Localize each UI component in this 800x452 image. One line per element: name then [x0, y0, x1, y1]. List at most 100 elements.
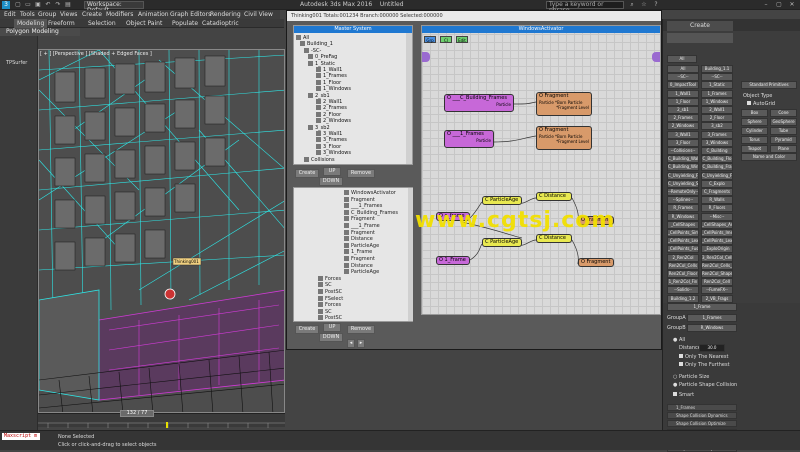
- tab-catadioptric[interactable]: Catadioptric: [202, 19, 239, 28]
- list-button[interactable]: _CellPoints_Fus: [667, 245, 699, 254]
- minimize-icon[interactable]: –: [762, 1, 770, 9]
- rollout-header[interactable]: 1_Frames: [667, 404, 737, 411]
- groupA-dropdown[interactable]: 1_Frames: [687, 314, 737, 322]
- list-button[interactable]: _CellPoints_Ime: [701, 229, 733, 237]
- list-button[interactable]: 2_VB_Frags: [701, 294, 733, 303]
- name-color-rollout[interactable]: Name and Color: [741, 153, 797, 161]
- redo-icon[interactable]: ↷: [54, 1, 62, 9]
- menu-rendering[interactable]: Rendering: [210, 10, 241, 19]
- list-button[interactable]: --SC--: [701, 73, 733, 82]
- tab-modeling[interactable]: Modeling: [14, 19, 48, 28]
- list-button[interactable]: Building_1.1: [701, 65, 733, 73]
- menu-create[interactable]: Create: [82, 10, 102, 19]
- app-logo-icon[interactable]: 3: [2, 1, 10, 9]
- particle-shape-radio[interactable]: ● Particle Shape Collision: [673, 382, 737, 388]
- list-button[interactable]: 1_Ren2Col_Fin: [667, 278, 699, 287]
- list-button[interactable]: _CellShapes: [667, 220, 699, 229]
- new-icon[interactable]: ▢: [14, 1, 22, 9]
- list-button[interactable]: --Collisions--: [667, 147, 699, 155]
- workspace-dropdown[interactable]: Workspace: Default: [84, 1, 144, 14]
- list-button[interactable]: --SC--: [667, 73, 699, 82]
- tpmenu-label[interactable]: TPSurfer: [6, 60, 27, 66]
- list-button[interactable]: R_Frames: [667, 204, 699, 213]
- list-button[interactable]: C_Unyielding_Sk: [667, 179, 699, 188]
- node-1-frames[interactable]: O ___1_Frames Particle: [444, 130, 494, 148]
- remove-button-2[interactable]: Remove: [347, 325, 375, 334]
- distance-spinner[interactable]: 30.0: [699, 344, 725, 352]
- list-button[interactable]: _ExploOrigin: [701, 245, 733, 254]
- tab-object-paint[interactable]: Object Paint: [126, 19, 162, 28]
- list-button[interactable]: 2_sb1: [667, 106, 699, 114]
- list-button[interactable]: _CellShapes_Ame: [701, 220, 733, 229]
- list-button[interactable]: C_Building_Fra: [701, 163, 733, 172]
- node-c-building-frames[interactable]: O ___C_Building_Frames Particle: [444, 94, 514, 112]
- help-icon[interactable]: ?: [652, 1, 660, 9]
- maxscript-listener[interactable]: Maxscript m: [2, 433, 40, 440]
- list-button[interactable]: C_Unyielding_Fr: [701, 171, 733, 180]
- rollout-header[interactable]: Shape Collision Dynamics: [667, 412, 737, 420]
- list-button[interactable]: --FumeFX--: [701, 286, 733, 295]
- primitive-button[interactable]: Tube: [770, 127, 797, 135]
- list-button[interactable]: --Splines--: [667, 196, 699, 205]
- list-button[interactable]: 1_Wall1: [667, 89, 699, 98]
- tab-freeform[interactable]: Freeform: [48, 19, 75, 28]
- list-button[interactable]: 3_Windows: [701, 138, 733, 147]
- operator-list-scrollbar[interactable]: [408, 188, 413, 321]
- list-button[interactable]: Ren2Col_Cell: [701, 278, 733, 287]
- list-button[interactable]: 2_Frames: [667, 114, 699, 123]
- remove-button[interactable]: Remove: [347, 169, 375, 178]
- thinking-helper-label[interactable]: Thinking001: [174, 259, 199, 264]
- up-button-2[interactable]: UP: [323, 323, 341, 332]
- list-button[interactable]: --Misc--: [701, 212, 733, 221]
- tree-item[interactable]: Collisions: [294, 156, 406, 164]
- list-button[interactable]: _CellPoints_Lex: [667, 237, 699, 246]
- list-button[interactable]: 3_Wall1: [667, 130, 699, 139]
- time-slider[interactable]: [38, 413, 285, 428]
- node-particle-age-2[interactable]: C ParticleAge: [482, 238, 522, 247]
- list-button[interactable]: 1_Windows: [701, 97, 733, 106]
- list-button[interactable]: 3_Ren2Col_Cells: [701, 253, 733, 262]
- list-button[interactable]: C_Unyielding_Fl: [667, 171, 699, 180]
- list-button[interactable]: 3_Floor: [667, 138, 699, 147]
- list-button[interactable]: 3_Frames: [701, 130, 733, 139]
- primitive-button[interactable]: GeoSphere: [770, 118, 797, 126]
- up-button[interactable]: UP: [323, 167, 341, 176]
- list-button[interactable]: R_Floors: [701, 204, 733, 213]
- create-button[interactable]: Create: [295, 169, 319, 178]
- list-button[interactable]: 0_ImpactTool: [667, 81, 699, 90]
- rollout-header[interactable]: Shape Collision Optimize: [667, 420, 737, 428]
- primitive-button[interactable]: Cone: [770, 109, 797, 117]
- group-name-header[interactable]: 1_Frame: [667, 303, 737, 311]
- list-button[interactable]: Building_1.2: [667, 294, 699, 303]
- list-button[interactable]: --Solids--: [667, 286, 699, 295]
- menu-civil-view[interactable]: Civil View: [244, 10, 273, 19]
- list-button[interactable]: 3_sb2: [701, 122, 733, 131]
- node-graph[interactable]: WindowsActivator Grp Cl Edit O ___C_Buil…: [421, 25, 661, 315]
- create-button-2[interactable]: Create: [295, 325, 319, 334]
- frame-counter[interactable]: 132 / 77: [120, 410, 154, 417]
- list-button[interactable]: _CellPoints_Lex: [701, 237, 733, 246]
- search-input[interactable]: Type a keyword or phrase: [546, 1, 624, 14]
- arrow-right-button[interactable]: ▸: [357, 339, 365, 348]
- primitive-button[interactable]: Torus: [741, 136, 768, 144]
- create-tab-icons[interactable]: [667, 33, 733, 43]
- undo-icon[interactable]: ↶: [44, 1, 52, 9]
- list-button[interactable]: 2_Wall1: [701, 106, 733, 114]
- list-button[interactable]: R_Windows: [667, 212, 699, 221]
- tab-populate[interactable]: Populate: [172, 19, 198, 28]
- master-system-scrollbar[interactable]: [406, 33, 412, 164]
- list-button[interactable]: _CellPoints_Sim: [667, 229, 699, 237]
- menu-edit[interactable]: Edit: [4, 10, 16, 19]
- list-button[interactable]: 1_Floor: [667, 97, 699, 106]
- list-button[interactable]: Ren2Col_Floor: [667, 270, 699, 278]
- down-button-2[interactable]: DOWN: [319, 333, 343, 342]
- save-icon[interactable]: ▣: [34, 1, 42, 9]
- all-radio[interactable]: ● All: [673, 337, 685, 343]
- list-button[interactable]: 2_Ren2Col: [667, 253, 699, 262]
- tab-selection[interactable]: Selection: [88, 19, 116, 28]
- node-distance-1[interactable]: C Distance: [536, 192, 572, 201]
- list-button[interactable]: C_Building_Flo: [701, 155, 733, 164]
- node-particle-age-1[interactable]: C ParticleAge: [482, 196, 522, 205]
- list-button[interactable]: 1_Static: [701, 81, 733, 90]
- list-button[interactable]: R_Walls: [701, 196, 733, 205]
